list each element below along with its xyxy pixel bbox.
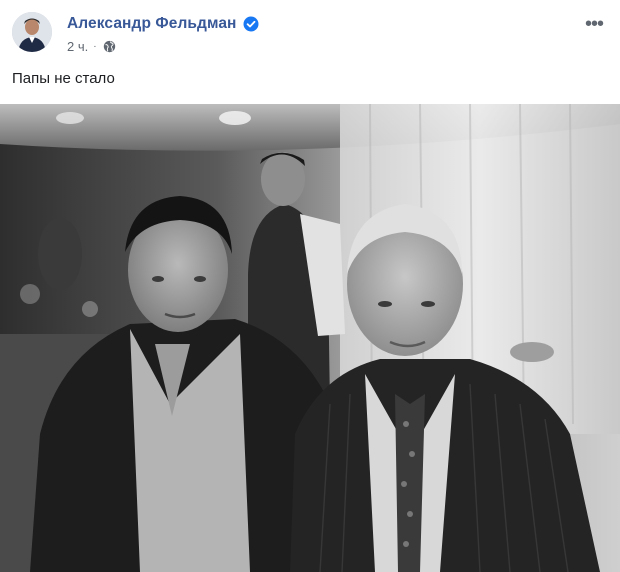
post-header: Александр Фельдман 2 ч. · •••	[0, 0, 620, 64]
post-meta: 2 ч. ·	[67, 38, 116, 54]
post-text: Папы не стало	[12, 70, 115, 87]
photo-image	[0, 104, 620, 572]
avatar-image	[12, 12, 52, 52]
verified-badge-icon	[243, 16, 259, 32]
more-options-button[interactable]: •••	[582, 14, 606, 34]
meta-separator: ·	[93, 40, 97, 52]
post-timestamp[interactable]: 2 ч.	[67, 39, 88, 54]
globe-icon[interactable]	[103, 40, 116, 53]
author-name[interactable]: Александр Фельдман	[67, 15, 237, 33]
author-row: Александр Фельдман	[67, 13, 259, 35]
more-icon: •••	[584, 13, 604, 35]
avatar[interactable]	[12, 12, 52, 52]
post-photo[interactable]	[0, 104, 620, 572]
